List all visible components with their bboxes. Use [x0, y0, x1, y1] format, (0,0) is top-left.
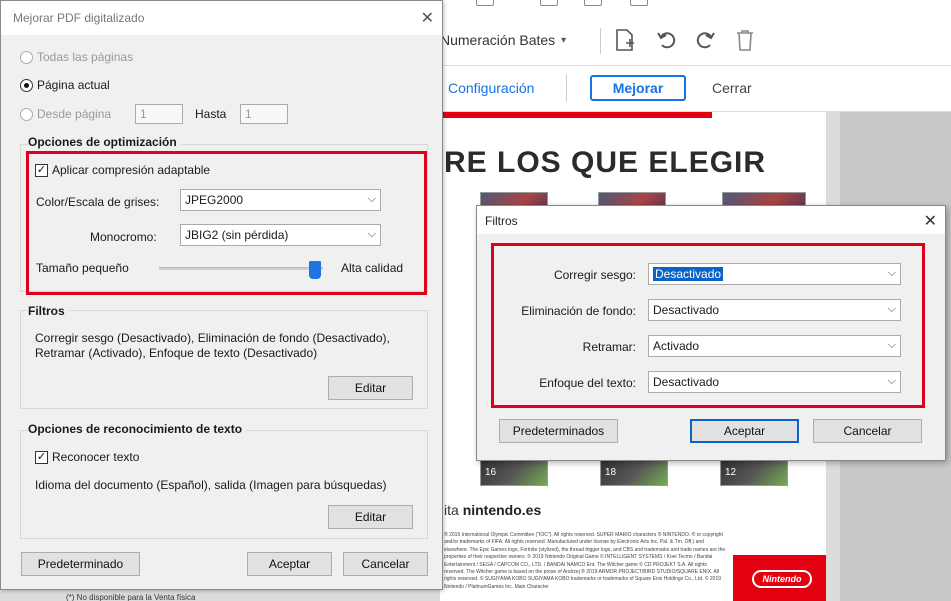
bates-label: Numeración Bates — [440, 32, 556, 48]
filter-label-descreen: Retramar: — [582, 340, 636, 354]
radio-label: Desde página — [37, 107, 112, 121]
game-thumbnail: 18 — [600, 460, 668, 486]
visit-text: ita nintendo.es — [444, 502, 541, 518]
optimization-section-title: Opciones de optimización — [28, 135, 181, 149]
filter-label-deskew: Corregir sesgo: — [553, 268, 636, 282]
dialog-titlebar: Mejorar PDF digitalizado ✕ — [1, 1, 442, 35]
radio-icon[interactable] — [20, 50, 33, 64]
chevron-down-icon: ▾ — [561, 34, 567, 46]
mono-compression-select[interactable]: JBIG2 (sin pérdida) ⌵ — [180, 224, 381, 246]
cancel-button[interactable]: Cancelar — [343, 552, 428, 576]
filters-section-title: Filtros — [28, 304, 69, 318]
checkbox-label: Aplicar compresión adaptable — [52, 163, 211, 177]
close-link[interactable]: Cerrar — [712, 80, 752, 96]
color-compression-select[interactable]: JPEG2000 ⌵ — [180, 189, 381, 211]
rotate-left-icon[interactable] — [654, 28, 680, 56]
brand-band — [440, 112, 712, 118]
radio-from-page[interactable]: Desde página — [20, 107, 111, 121]
ocr-summary: Idioma del documento (Español), salida (… — [35, 478, 387, 492]
mono-label: Monocromo: — [90, 230, 157, 244]
quality-slider-handle[interactable] — [308, 261, 321, 279]
select-value: Desactivado — [653, 375, 720, 389]
ocr-edit-button[interactable]: Editar — [328, 505, 413, 529]
dialog-title: Filtros — [485, 214, 518, 228]
configuration-link[interactable]: Configuración — [448, 80, 534, 96]
accept-button[interactable]: Aceptar — [247, 552, 332, 576]
background-removal-select[interactable]: Desactivado ⌵ — [648, 299, 901, 321]
to-label: Hasta — [195, 107, 227, 121]
filters-summary-line1: Corregir sesgo (Desactivado), Eliminació… — [35, 331, 390, 345]
footnote: (*) No disponible para la Venta física — [66, 593, 196, 601]
visit-site: nintendo.es — [462, 502, 542, 518]
checkbox-label: Reconocer texto — [52, 450, 140, 464]
chevron-down-icon: ⌵ — [887, 339, 896, 351]
filters-accept-button[interactable]: Aceptar — [690, 419, 799, 443]
checkbox-checked-icon[interactable]: ✓ — [35, 450, 48, 464]
bates-numbering-menu[interactable]: Numeración Bates ▾ — [440, 32, 566, 48]
toolbar-partial-icon[interactable] — [540, 0, 558, 6]
descreen-select[interactable]: Activado ⌵ — [648, 335, 901, 357]
close-icon[interactable]: ✕ — [421, 8, 434, 28]
toolbar-divider — [600, 28, 601, 54]
filters-cancel-button[interactable]: Cancelar — [813, 419, 922, 443]
toolbar-partial-icon[interactable] — [630, 0, 648, 6]
chevron-down-icon: ⌵ — [887, 375, 896, 387]
document-heading: RE LOS QUE ELEGIR — [444, 146, 767, 179]
radio-label: Todas las páginas — [37, 50, 134, 64]
select-value: JPEG2000 — [185, 193, 244, 207]
radio-current-page[interactable]: Página actual — [20, 78, 110, 92]
select-value: Activado — [653, 339, 700, 353]
slider-min-label: Tamaño pequeño — [36, 261, 129, 275]
chevron-down-icon: ⌵ — [367, 228, 376, 240]
checkbox-checked-icon[interactable]: ✓ — [35, 163, 48, 177]
filters-summary-line2: Retramar (Activado), Enfoque de texto (D… — [35, 346, 318, 360]
select-value: JBIG2 (sin pérdida) — [185, 228, 289, 242]
ocr-section-title: Opciones de reconocimiento de texto — [28, 422, 247, 436]
adaptive-compression-checkbox[interactable]: ✓ Aplicar compresión adaptable — [35, 163, 210, 177]
radio-label: Página actual — [37, 78, 110, 92]
chevron-down-icon: ⌵ — [887, 267, 896, 279]
enhance-button[interactable]: Mejorar — [590, 75, 686, 101]
deskew-select[interactable]: Desactivado ⌵ — [648, 263, 901, 285]
filter-label-background: Eliminación de fondo: — [521, 304, 636, 318]
close-icon[interactable]: ✕ — [924, 211, 937, 231]
delete-icon[interactable] — [732, 28, 758, 58]
game-thumbnail: 12 — [720, 460, 788, 486]
filters-edit-button[interactable]: Editar — [328, 376, 413, 400]
radio-all-pages[interactable]: Todas las páginas — [20, 50, 133, 64]
radio-selected-icon[interactable] — [20, 78, 33, 92]
nintendo-logo: Nintendo — [752, 570, 812, 588]
radio-icon[interactable] — [20, 107, 33, 121]
defaults-button[interactable]: Predeterminado — [21, 552, 140, 576]
recognize-text-checkbox[interactable]: ✓ Reconocer texto — [35, 450, 139, 464]
toolbar-divider — [566, 74, 567, 102]
legal-fine-print: ® 2019 International Olympic Committee (… — [444, 532, 726, 590]
rotate-right-icon[interactable] — [692, 28, 718, 56]
filter-label-sharpen: Enfoque del texto: — [539, 376, 636, 390]
dialog-titlebar: Filtros ✕ — [477, 206, 945, 234]
color-label: Color/Escala de grises: — [36, 195, 160, 209]
visit-prefix: ita — [444, 502, 463, 518]
slider-max-label: Alta calidad — [341, 261, 404, 275]
game-thumbnail: 16 — [480, 460, 548, 486]
toolbar-partial-icon[interactable] — [584, 0, 602, 6]
text-sharpen-select[interactable]: Desactivado ⌵ — [648, 371, 901, 393]
dialog-title: Mejorar PDF digitalizado — [13, 11, 145, 25]
quality-slider-track[interactable] — [159, 267, 323, 270]
filters-defaults-button[interactable]: Predeterminados — [499, 419, 618, 443]
to-page-field[interactable]: 1 — [240, 104, 288, 124]
insert-page-icon[interactable] — [612, 28, 638, 58]
chevron-down-icon: ⌵ — [367, 193, 376, 205]
toolbar-partial-icon[interactable] — [476, 0, 494, 6]
from-page-field[interactable]: 1 — [135, 104, 183, 124]
select-value: Desactivado — [653, 267, 724, 281]
select-value: Desactivado — [653, 303, 720, 317]
chevron-down-icon: ⌵ — [887, 303, 896, 315]
